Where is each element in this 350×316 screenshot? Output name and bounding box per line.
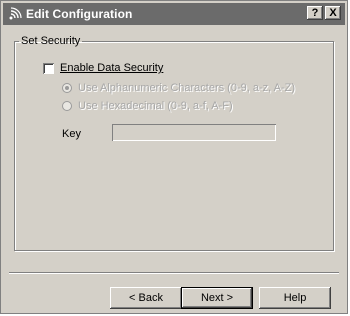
help-title-button[interactable]: ?: [307, 6, 323, 20]
edit-configuration-dialog: Edit Configuration ? X Set Security Enab…: [0, 0, 348, 314]
enable-data-security-label[interactable]: Enable Data Security: [60, 62, 163, 74]
title-bar[interactable]: Edit Configuration ? X: [3, 3, 345, 25]
window-title: Edit Configuration: [26, 7, 133, 21]
back-button[interactable]: < Back: [110, 287, 182, 309]
key-label: Key: [62, 128, 81, 140]
enable-data-security-checkbox[interactable]: [43, 62, 54, 74]
help-button[interactable]: Help: [259, 287, 331, 309]
alphanumeric-option-row[interactable]: Use Alphanumeric Characters (0-9, a-z, A…: [62, 82, 295, 94]
button-separator: [9, 272, 339, 274]
set-security-legend: Set Security: [21, 35, 81, 47]
alphanumeric-radio[interactable]: [62, 83, 72, 93]
hexadecimal-option-row[interactable]: Use Hexadecimal (0-9, a-f, A-F): [62, 100, 233, 112]
next-button[interactable]: Next >: [181, 287, 253, 309]
hexadecimal-label[interactable]: Use Hexadecimal (0-9, a-f, A-F): [78, 100, 233, 112]
wireless-signal-icon: [8, 7, 22, 21]
alphanumeric-label[interactable]: Use Alphanumeric Characters (0-9, a-z, A…: [78, 82, 295, 94]
enable-data-security-row[interactable]: Enable Data Security: [43, 62, 163, 74]
close-button[interactable]: X: [325, 6, 341, 20]
key-input[interactable]: [112, 124, 276, 141]
hexadecimal-radio[interactable]: [62, 101, 72, 111]
